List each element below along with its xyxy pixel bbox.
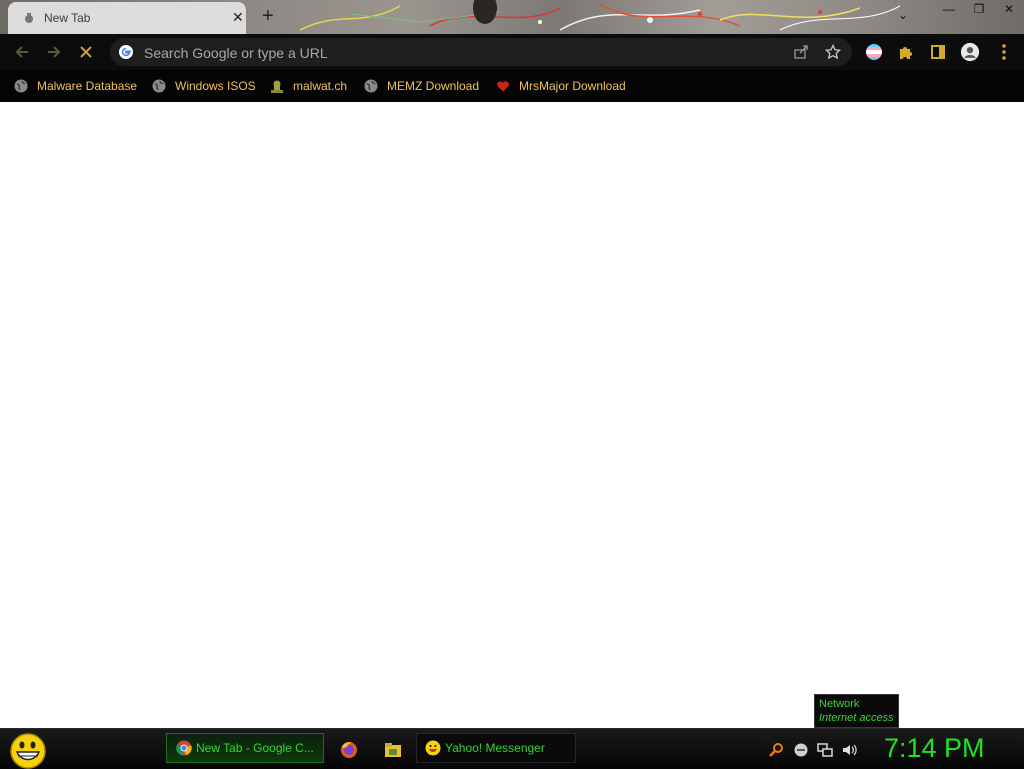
bookmark-malware-database[interactable]: Malware Database (14, 76, 137, 96)
globe-icon (152, 79, 166, 93)
tab-search-chevron-icon[interactable]: ⌄ (898, 8, 908, 22)
search-icon[interactable] (768, 742, 784, 758)
new-tab-button[interactable]: + (262, 5, 274, 27)
omnibox-input[interactable] (142, 38, 786, 68)
bookmark-mrsmajor-download[interactable]: MrsMajor Download (496, 76, 626, 96)
puzzle-icon[interactable] (896, 42, 916, 62)
close-window-button[interactable]: ✕ (994, 0, 1024, 18)
restore-button[interactable]: ❐ (964, 0, 994, 18)
heart-icon (497, 81, 509, 92)
globe-icon (14, 79, 28, 93)
page-content[interactable] (0, 102, 1024, 728)
omnibox[interactable] (110, 38, 852, 68)
network-tooltip: Network Internet access (814, 694, 899, 728)
tooltip-title: Network (819, 698, 860, 710)
bookmark-memz-download[interactable]: MEMZ Download (364, 76, 479, 96)
bookmark-label: MrsMajor Download (519, 79, 626, 93)
side-panel-icon[interactable] (928, 42, 948, 62)
bookmark-label: malwat.ch (293, 79, 348, 93)
window-controls: — ❐ ✕ (934, 0, 1024, 18)
taskbar-item-label: New Tab - Google C... (196, 741, 314, 755)
status-icon[interactable] (793, 742, 809, 758)
minimize-button[interactable]: — (934, 0, 964, 18)
start-button-smiley-icon[interactable] (8, 731, 48, 769)
bookmark-label: Malware Database (37, 79, 138, 93)
tab-title: New Tab (44, 11, 91, 25)
stop-loading-icon[interactable] (76, 42, 96, 62)
close-tab-icon[interactable]: ✕ (232, 9, 244, 25)
skull-icon (271, 80, 283, 93)
tab-new-tab[interactable]: New Tab ✕ (8, 2, 246, 34)
taskbar-item-chrome[interactable]: New Tab - Google C... (166, 733, 324, 763)
star-icon[interactable] (825, 44, 841, 60)
kebab-menu-icon[interactable] (994, 42, 1014, 62)
taskbar-clock[interactable]: 7:14 PM (884, 733, 985, 764)
browser-toolbar (0, 34, 1024, 70)
volume-icon[interactable] (841, 742, 857, 758)
firefox-icon[interactable] (340, 741, 358, 759)
share-icon[interactable] (793, 44, 809, 60)
bookmark-label: Windows ISOS (175, 79, 256, 93)
taskbar-item-label: Yahoo! Messenger (445, 741, 545, 755)
tab-favicon-icon (25, 13, 33, 23)
chrome-icon (176, 740, 192, 756)
forward-arrow-icon[interactable] (44, 42, 64, 62)
taskbar-item-yahoo-messenger[interactable]: Yahoo! Messenger (416, 733, 576, 763)
google-g-icon (119, 45, 133, 59)
globe-icon (364, 79, 378, 93)
bookmarks-bar: Malware Database Windows ISOS malwat.ch … (0, 70, 1024, 102)
back-arrow-icon[interactable] (12, 42, 32, 62)
tooltip-subtitle: Internet access (819, 712, 894, 724)
pride-flag-extension-icon[interactable] (864, 42, 884, 62)
bookmark-malwatch[interactable]: malwat.ch (270, 76, 347, 96)
folder-icon[interactable] (384, 741, 402, 759)
network-icon[interactable] (817, 742, 833, 758)
bookmark-label: MEMZ Download (387, 79, 480, 93)
bookmark-windows-isos[interactable]: Windows ISOS (152, 76, 256, 96)
taskbar: New Tab - Google C... Yahoo! Messenger 7… (0, 728, 1024, 769)
yahoo-smiley-icon (425, 740, 441, 756)
title-bar: New Tab ✕ + ⌄ — ❐ ✕ (0, 0, 1024, 34)
profile-avatar-icon[interactable] (960, 42, 980, 62)
